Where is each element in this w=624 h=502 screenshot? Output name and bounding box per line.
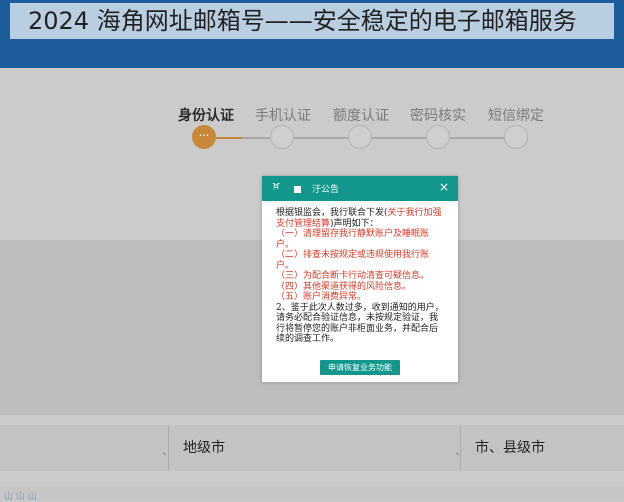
footer-text: 山 山 山 (4, 492, 37, 502)
step-connector (372, 137, 426, 139)
step-label-identity: 身份认证 (178, 108, 234, 124)
modal-body: 根据银监会，我行联合下发(关于我行加强支付管理结算)声明如下： （一）清理留存我… (276, 208, 446, 345)
step-label-limit: 额度认证 (333, 108, 389, 124)
step-label-sms: 短信绑定 (488, 108, 544, 124)
intro-suffix: )声明如下： (330, 218, 379, 229)
region-selects: ˎ 地级市 ˎ 市、县级市 (0, 425, 624, 471)
county-select[interactable]: 市、县级市 (460, 425, 624, 471)
notice-item: （二）排查未按规定或违规使用我行账户。 (276, 250, 430, 271)
city-select-value: 地级市 (183, 440, 225, 456)
province-select[interactable]: ˎ (0, 425, 168, 471)
step-circle-sms (504, 125, 528, 149)
county-select-value: 市、县级市 (475, 440, 545, 456)
modal-intro: 根据银监会，我行联合下发(关于我行加强支付管理结算)声明如下： (276, 208, 446, 229)
step-label-phone: 手机认证 (255, 108, 311, 124)
notice-item: （三）为配合断卡行动清查可疑信息。 (276, 271, 430, 281)
announcement-modal: ਖ਼ 汙公告 × 根据银监会，我行联合下发(关于我行加强支付管理结算)声明如下：… (262, 176, 458, 382)
step-circle-identity: ··· (192, 125, 216, 149)
city-select[interactable]: 地级市 ˎ (168, 425, 461, 471)
modal-header: ਖ਼ 汙公告 × (262, 176, 458, 201)
step-circle-password (426, 125, 450, 149)
notice-paragraph: 2、鉴于此次人数过多，收到通知的用户，请务必配合验证信息，未按规定验证，我行将暂… (276, 302, 444, 345)
footer-strip: 山 山 山 (0, 486, 624, 502)
step-circle-limit (348, 125, 372, 149)
step-connector (450, 137, 504, 139)
modal-title: 汙公告 (312, 185, 340, 195)
restore-service-button[interactable]: 申请恢复业务功能 (320, 360, 400, 375)
close-icon[interactable]: × (439, 180, 449, 194)
notice-item: （五）账户消费异常。 (276, 292, 367, 302)
page-title: 2024 海角网址邮箱号——安全稳定的电子邮箱服务 (10, 3, 614, 39)
step-connector (242, 137, 270, 139)
square-icon (294, 186, 301, 193)
notice-item: （一）清理留存我行静默账户及睡眠账户。 (276, 229, 430, 250)
step-connector-active (216, 137, 242, 139)
bank-logo-icon: ਖ਼ (273, 181, 280, 192)
step-circle-phone (270, 125, 294, 149)
step-label-password: 密码核实 (410, 108, 466, 124)
notice-item: （四）其他渠道获得的风险信息。 (276, 281, 412, 292)
step-connector (294, 137, 348, 139)
intro-prefix: 根据银监会，我行联合下发( (276, 208, 388, 218)
